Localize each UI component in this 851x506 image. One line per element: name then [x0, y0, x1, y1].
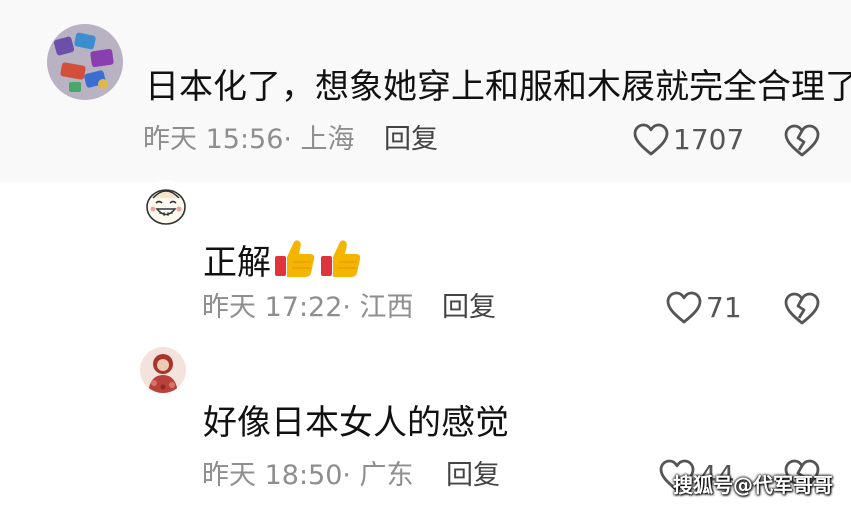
comment-meta: 昨天 17:22· 江西 — [202, 292, 414, 323]
comment-text: 好像日本女人的感觉 — [203, 403, 509, 443]
thumbs-up-emoji — [273, 236, 317, 289]
dislike-button[interactable] — [784, 124, 820, 158]
like-count: 1707 — [673, 123, 745, 156]
avatar[interactable] — [141, 180, 191, 230]
reply-button[interactable]: 回复 — [442, 291, 496, 325]
heart-outline-icon — [666, 291, 702, 325]
like-button[interactable]: 1707 — [633, 123, 744, 157]
comment-text: 日本化了，想象她穿上和服和木屐就完全合理了 — [145, 67, 851, 107]
watermark: 搜狐号@代军哥哥 — [673, 473, 833, 497]
comment-text-row: 正解 — [203, 236, 363, 289]
comment-text: 正解 — [203, 243, 271, 283]
broken-heart-icon — [784, 292, 820, 326]
avatar[interactable] — [47, 24, 123, 100]
like-button[interactable]: 71 — [666, 291, 742, 325]
broken-heart-icon — [784, 124, 820, 158]
reply-button[interactable]: 回复 — [384, 123, 438, 157]
like-count: 71 — [706, 291, 742, 324]
comment-thread: 日本化了，想象她穿上和服和木屐就完全合理了 昨天 15:56· 上海 回复 17… — [0, 0, 851, 506]
reply-button[interactable]: 回复 — [446, 459, 500, 493]
comment-meta: 昨天 18:50· 广东 — [202, 460, 414, 491]
avatar[interactable] — [140, 347, 186, 393]
thumbs-up-emoji — [319, 236, 363, 289]
dislike-button[interactable] — [784, 292, 820, 326]
heart-outline-icon — [633, 123, 669, 157]
comment-meta: 昨天 15:56· 上海 — [143, 124, 355, 155]
